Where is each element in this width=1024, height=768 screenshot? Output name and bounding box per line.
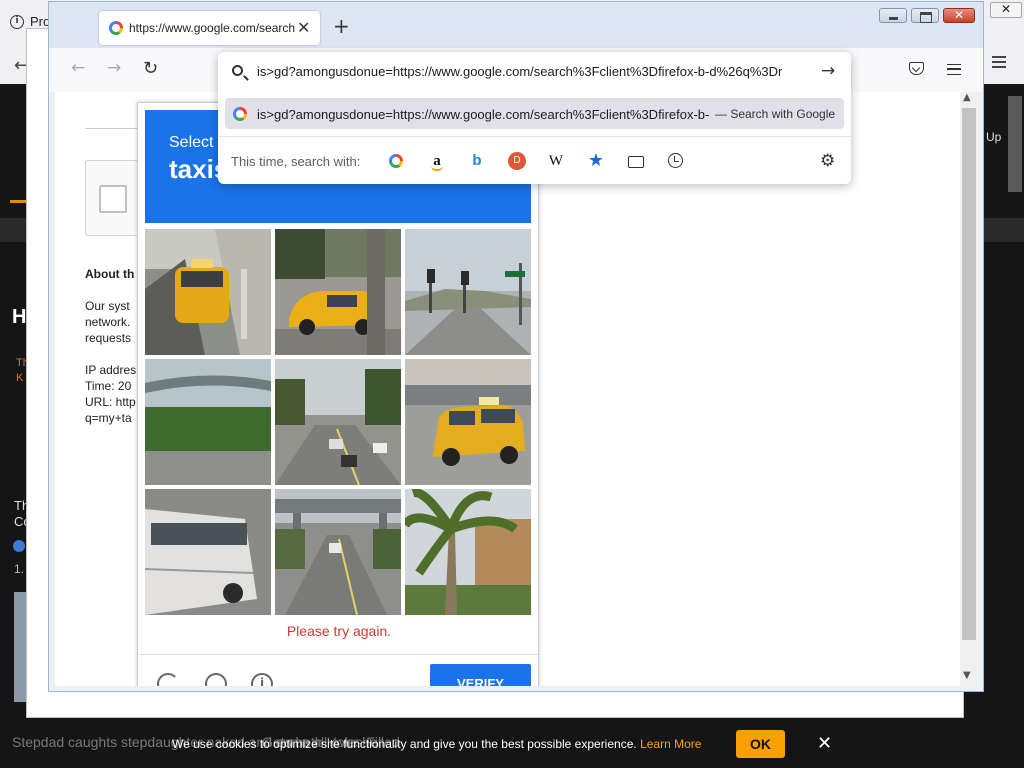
background-list-number: 1. bbox=[14, 562, 25, 576]
reload-challenge-icon[interactable] bbox=[157, 673, 179, 686]
page-scrollbar[interactable]: ▲ ▼ bbox=[960, 92, 978, 686]
about-heading: About th bbox=[85, 267, 135, 281]
window-close-button[interactable]: ✕ bbox=[943, 8, 975, 23]
tab-strip: https://www.google.com/search ✕ + ✕ bbox=[49, 2, 983, 48]
taxi-suv-tile[interactable] bbox=[405, 359, 531, 485]
background-menu-icon[interactable] bbox=[992, 56, 1006, 68]
background-close-button[interactable]: ✕ bbox=[990, 2, 1022, 18]
highway-tile[interactable] bbox=[275, 489, 401, 615]
cookie-banner: We use cookies to optimize site function… bbox=[0, 726, 1024, 764]
hamburger-menu-icon[interactable] bbox=[947, 64, 961, 75]
info-icon: i bbox=[10, 14, 24, 29]
learn-more-link[interactable]: Learn More bbox=[640, 737, 701, 751]
bus-tile[interactable] bbox=[145, 489, 271, 615]
suggestion-text: is>gd?amongusdonue=https://www.google.co… bbox=[257, 107, 709, 122]
reload-button[interactable]: ↻ bbox=[143, 60, 158, 78]
tab-close-icon[interactable]: ✕ bbox=[297, 18, 310, 37]
divider bbox=[85, 128, 145, 129]
background-orange-text: K bbox=[16, 372, 24, 384]
bookmarks-star-icon[interactable]: ★ bbox=[587, 152, 605, 170]
amazon-engine-icon[interactable]: a bbox=[428, 152, 446, 171]
overpass-tile[interactable] bbox=[145, 359, 271, 485]
tab-title: https://www.google.com/search bbox=[129, 21, 295, 35]
search-icon bbox=[232, 65, 243, 76]
cookie-message-text: We use cookies to optimize site function… bbox=[172, 737, 637, 751]
recaptcha-challenge: Select a taxis Please try again. i VERIF… bbox=[137, 102, 540, 686]
gear-icon[interactable]: ⚙ bbox=[820, 151, 835, 171]
scroll-up-icon[interactable]: ▲ bbox=[963, 92, 971, 103]
background-heading: H bbox=[12, 306, 27, 328]
divider bbox=[138, 654, 540, 655]
road-traffic-tile[interactable] bbox=[275, 359, 401, 485]
google-icon bbox=[109, 21, 123, 35]
history-clock-icon[interactable] bbox=[668, 153, 683, 168]
scroll-down-icon[interactable]: ▼ bbox=[963, 670, 971, 681]
palm-tree-tile[interactable] bbox=[405, 489, 531, 615]
info-icon[interactable]: i bbox=[251, 673, 273, 686]
ip-address-text: IP addres bbox=[85, 363, 137, 377]
background-signup-text[interactable]: Up bbox=[986, 130, 1001, 144]
about-text: Our syst bbox=[85, 299, 130, 313]
error-message: Please try again. bbox=[286, 623, 392, 639]
divider bbox=[218, 136, 851, 137]
cookie-close-icon[interactable]: ✕ bbox=[817, 735, 832, 753]
address-bar-dropdown: is>gd?amongusdonue=https://www.google.co… bbox=[218, 52, 851, 184]
suggestion-action: — Search with Google bbox=[715, 107, 836, 121]
google-icon bbox=[233, 107, 247, 121]
duckduckgo-engine-icon[interactable]: D bbox=[508, 152, 526, 170]
minimize-button[interactable] bbox=[879, 8, 907, 23]
headphones-icon[interactable] bbox=[205, 673, 227, 686]
background-tab[interactable]: i Pro bbox=[10, 14, 50, 29]
time-text: Time: 20 bbox=[85, 379, 132, 393]
taxi-street-tile[interactable] bbox=[145, 229, 271, 355]
intersection-tile[interactable] bbox=[405, 229, 531, 355]
verified-icon bbox=[13, 540, 25, 552]
cookie-message: We use cookies to optimize site function… bbox=[172, 737, 701, 751]
scrollbar-thumb[interactable] bbox=[962, 108, 976, 640]
cookie-ok-button[interactable]: OK bbox=[736, 730, 785, 758]
about-text: network. bbox=[85, 315, 131, 329]
maximize-button[interactable] bbox=[911, 8, 939, 23]
url-text: URL: http bbox=[85, 395, 136, 409]
back-button[interactable]: ← bbox=[71, 60, 85, 77]
recaptcha-checkbox-widget bbox=[85, 160, 145, 236]
address-bar-input[interactable]: is>gd?amongusdonue=https://www.google.co… bbox=[257, 64, 817, 79]
one-off-search-label: This time, search with: bbox=[231, 154, 361, 169]
new-tab-button[interactable]: + bbox=[333, 16, 350, 36]
not-a-robot-checkbox[interactable] bbox=[99, 185, 127, 213]
tabs-icon[interactable] bbox=[628, 156, 644, 168]
google-engine-icon[interactable] bbox=[387, 152, 405, 170]
about-text: requests bbox=[85, 331, 132, 345]
search-suggestion[interactable]: is>gd?amongusdonue=https://www.google.co… bbox=[225, 98, 844, 129]
tab-google-search[interactable]: https://www.google.com/search ✕ bbox=[99, 11, 320, 45]
firefox-window: https://www.google.com/search ✕ + ✕ ← → … bbox=[48, 1, 984, 692]
wikipedia-engine-icon[interactable]: W bbox=[547, 152, 565, 170]
query-text: q=my+ta bbox=[85, 411, 132, 425]
google-icon bbox=[389, 154, 403, 168]
taxi-crosswalk-tile[interactable] bbox=[275, 229, 401, 355]
go-arrow-icon[interactable]: → bbox=[821, 61, 835, 81]
pocket-icon[interactable] bbox=[909, 62, 924, 75]
background-scrollbar[interactable] bbox=[1008, 96, 1022, 192]
bing-engine-icon[interactable]: b bbox=[468, 152, 486, 170]
verify-button[interactable]: VERIFY bbox=[430, 664, 531, 686]
image-grid bbox=[145, 229, 535, 619]
forward-button[interactable]: → bbox=[107, 60, 121, 77]
